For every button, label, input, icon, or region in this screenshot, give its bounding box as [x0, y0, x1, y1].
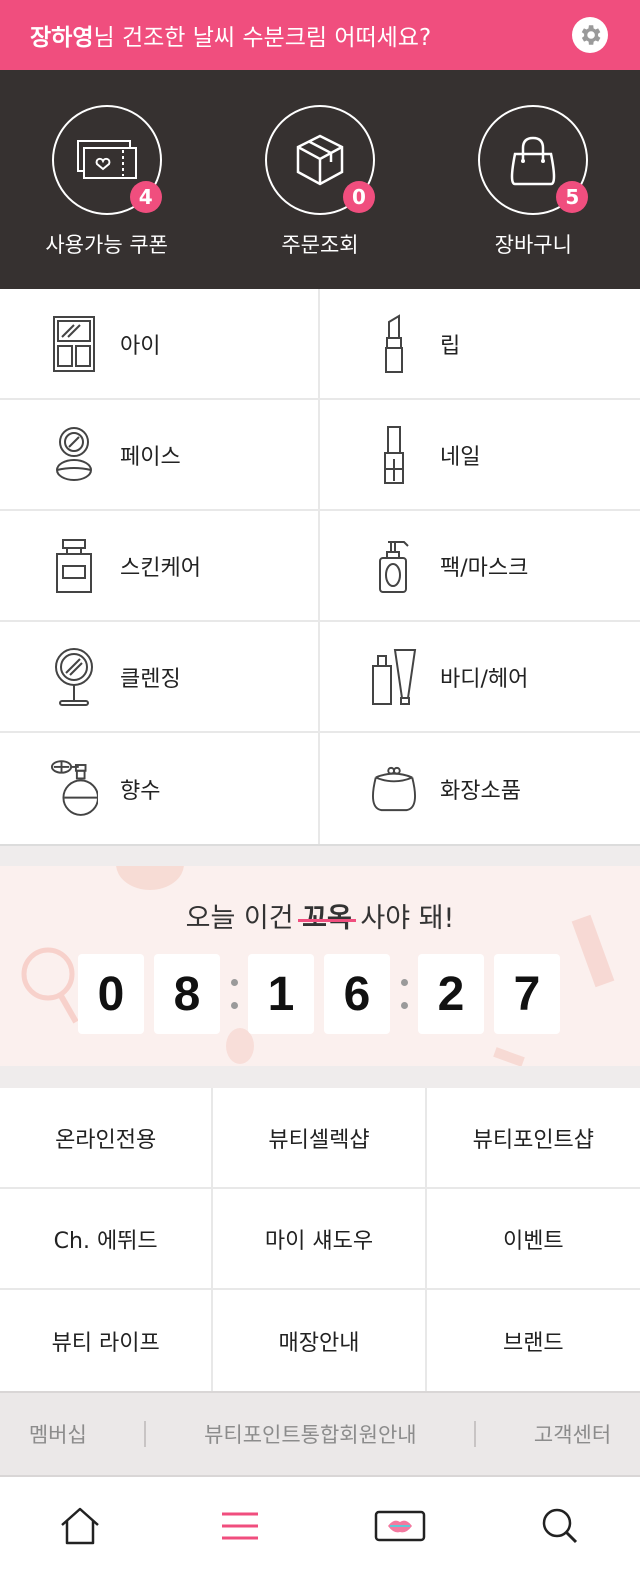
pouch-icon: [370, 757, 418, 821]
category-nail[interactable]: 네일: [320, 400, 640, 511]
order-circle: 0: [264, 105, 375, 215]
cart-circle: 5: [478, 105, 589, 215]
search-icon[interactable]: [530, 1496, 590, 1556]
daily-deal-banner[interactable]: 오늘 이건 꼬옥 사야 돼! 0 8 1 6 2 7: [0, 866, 640, 1066]
minute-ones-digit: 6: [324, 954, 390, 1034]
summary-orders[interactable]: 0 주문조회: [213, 70, 426, 289]
lipstick-icon: [370, 312, 418, 376]
settings-gear-icon[interactable]: [572, 17, 608, 53]
integrated-member-guide-link[interactable]: 뷰티포인트통합회원안내: [204, 1419, 417, 1449]
second-tens-digit: 2: [418, 954, 484, 1034]
menu-my-shadow[interactable]: 마이 섀도우: [213, 1189, 427, 1290]
category-skincare[interactable]: 스킨케어: [0, 511, 320, 622]
deal-title-suffix: 사야 돼!: [351, 903, 455, 934]
coupon-icon: [76, 140, 137, 179]
greeting-bar: 장하영 님 건조한 날씨 수분크림 어떠세요?: [0, 0, 640, 70]
order-label: 주문조회: [281, 233, 359, 257]
footer-divider: [474, 1421, 477, 1447]
menu-beauty-point-shop[interactable]: 뷰티포인트샵: [426, 1088, 640, 1189]
bottom-navigation: [0, 1477, 640, 1574]
body-hair-tubes-icon: [370, 645, 418, 709]
category-label: 화장소품: [440, 778, 521, 804]
menu-online-exclusive[interactable]: 온라인전용: [0, 1088, 214, 1189]
category-face[interactable]: 페이스: [0, 400, 320, 511]
cart-count-badge: 5: [556, 181, 589, 213]
footer-links: 멤버십 뷰티포인트통합회원안내 고객센터: [0, 1391, 640, 1477]
coupon-circle: 4: [51, 105, 162, 215]
menu-icon[interactable]: [210, 1496, 270, 1556]
coupon-count-badge: 4: [129, 181, 162, 213]
deal-title-prefix: 오늘 이건: [185, 903, 303, 934]
category-label: 스킨케어: [120, 555, 201, 581]
footer-divider: [144, 1421, 147, 1447]
eyeshadow-palette-icon: [50, 312, 98, 376]
greeting-message: 님 건조한 날씨 수분크림 어떠세요?: [93, 25, 432, 51]
category-body-hair[interactable]: 바디/헤어: [320, 622, 640, 733]
category-label: 아이: [120, 333, 161, 359]
category-label: 클렌징: [120, 666, 181, 692]
minute-tens-digit: 1: [248, 954, 314, 1034]
lips-card-icon[interactable]: [370, 1496, 430, 1556]
menu-ch-etude[interactable]: Ch. 에뛰드: [0, 1189, 214, 1290]
nail-polish-icon: [370, 423, 418, 487]
category-label: 바디/헤어: [440, 666, 529, 692]
timer-separator: [390, 979, 418, 1009]
skincare-bottle-icon: [50, 534, 98, 598]
menu-beauty-life[interactable]: 뷰티 라이프: [0, 1290, 214, 1391]
section-divider: [0, 1066, 640, 1088]
category-label: 페이스: [120, 444, 181, 470]
category-label: 네일: [440, 444, 481, 470]
box-icon: [296, 134, 344, 186]
countdown-timer: 0 8 1 6 2 7: [78, 954, 560, 1034]
category-label: 향수: [120, 778, 161, 804]
home-icon[interactable]: [50, 1496, 110, 1556]
cart-label: 장바구니: [494, 233, 572, 257]
membership-link[interactable]: 멤버십: [29, 1419, 87, 1449]
category-grid: 아이 립 페이스 네일 스킨케어 팩/마스크 클렌징 바디/헤어 향수 화장소품: [0, 289, 640, 846]
compact-icon: [50, 423, 98, 487]
category-cleansing[interactable]: 클렌징: [0, 622, 320, 733]
mirror-icon: [50, 645, 98, 709]
hour-ones-digit: 8: [154, 954, 220, 1034]
second-ones-digit: 7: [494, 954, 560, 1034]
shopping-bag-icon: [511, 136, 556, 186]
deal-title-emphasis: 꼬옥: [302, 903, 352, 934]
pencil-decoration-icon: [493, 1047, 525, 1066]
menu-event[interactable]: 이벤트: [426, 1189, 640, 1290]
menu-store-info[interactable]: 매장안내: [213, 1290, 427, 1391]
timer-separator: [220, 979, 248, 1009]
menu-brand[interactable]: 브랜드: [427, 1290, 640, 1391]
order-count-badge: 0: [342, 181, 375, 213]
shortcut-menu-grid: 온라인전용 뷰티셀렉샵 뷰티포인트샵 Ch. 에뛰드 마이 섀도우 이벤트 뷰티…: [0, 1088, 640, 1391]
category-accessories[interactable]: 화장소품: [320, 733, 640, 844]
section-divider: [0, 846, 640, 866]
category-label: 립: [440, 333, 461, 359]
summary-coupons[interactable]: 4 사용가능 쿠폰: [0, 70, 213, 289]
perfume-icon: [50, 757, 98, 821]
category-mask[interactable]: 팩/마스크: [320, 511, 640, 622]
category-label: 팩/마스크: [440, 555, 529, 581]
customer-center-link[interactable]: 고객센터: [534, 1419, 611, 1449]
pump-bottle-icon: [370, 534, 418, 598]
deal-title: 오늘 이건 꼬옥 사야 돼!: [0, 896, 640, 935]
hour-tens-digit: 0: [78, 954, 144, 1034]
category-eye[interactable]: 아이: [0, 289, 320, 400]
menu-beauty-select-shop[interactable]: 뷰티셀렉샵: [213, 1088, 427, 1189]
category-perfume[interactable]: 향수: [0, 733, 320, 844]
account-summary: 4 사용가능 쿠폰 0 주문조회 5 장바구니: [0, 70, 640, 289]
coupon-label: 사용가능 쿠폰: [45, 233, 168, 257]
compact-decoration-icon: [116, 866, 184, 890]
mirror-decoration-icon: [21, 947, 79, 1024]
summary-cart[interactable]: 5 장바구니: [427, 70, 640, 289]
user-name: 장하영: [30, 25, 94, 51]
category-lip[interactable]: 립: [320, 289, 640, 400]
